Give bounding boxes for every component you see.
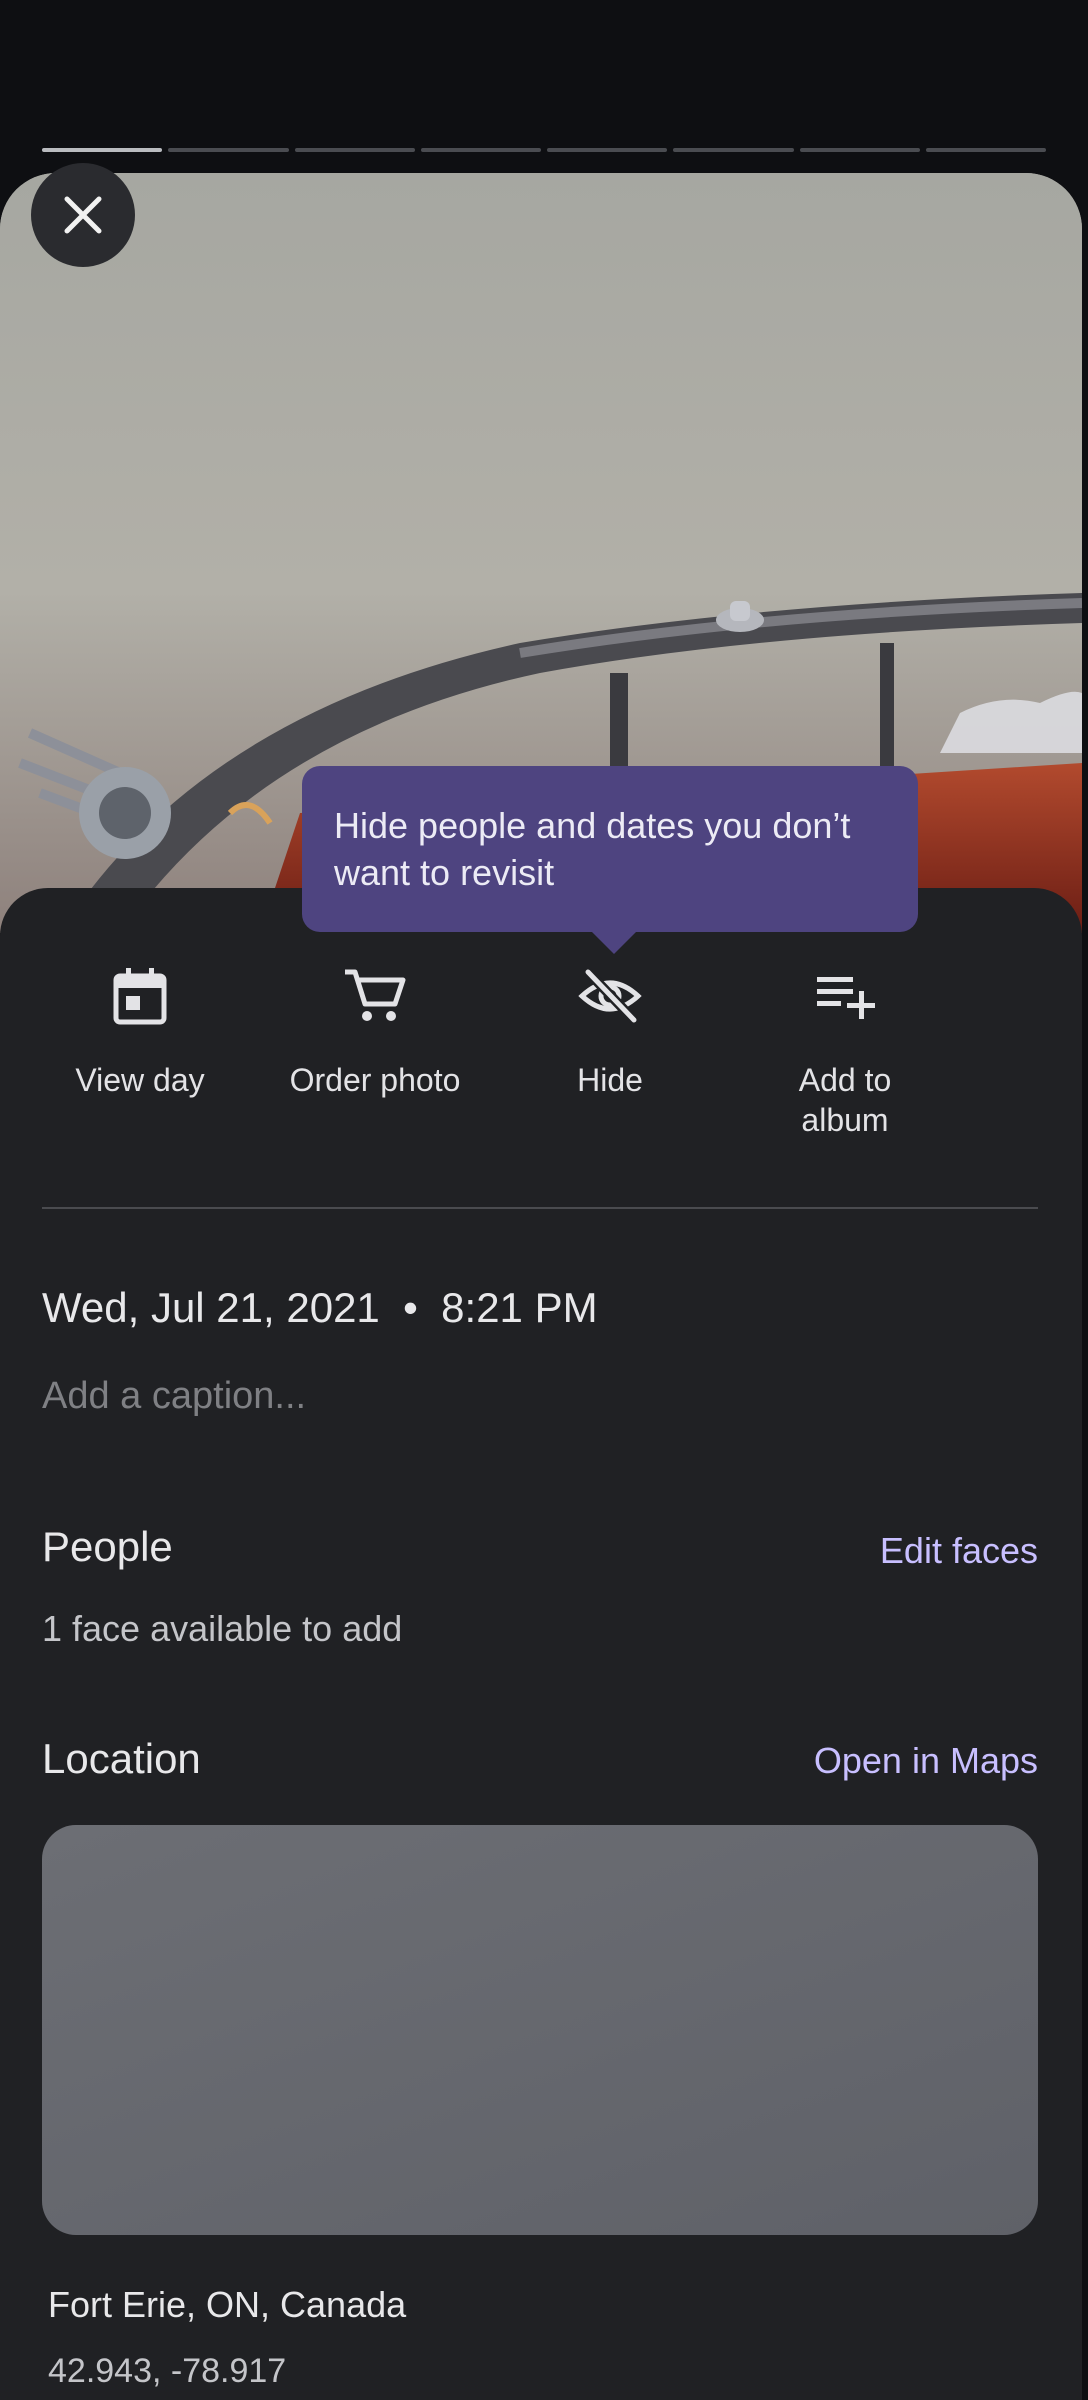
progress-segment xyxy=(42,148,163,152)
edit-faces-button[interactable]: Edit faces xyxy=(880,1530,1038,1572)
tooltip-arrow xyxy=(592,932,636,954)
hide-label: Hide xyxy=(577,1062,643,1098)
view-day-label: View day xyxy=(75,1062,205,1098)
location-map[interactable] xyxy=(42,1825,1038,2235)
location-coordinates: 42.943, -78.917 xyxy=(48,2352,287,2390)
people-subtitle: 1 face available to add xyxy=(42,1608,403,1649)
progress-segment xyxy=(547,148,668,152)
progress-segment xyxy=(925,148,1046,152)
add-to-album-button[interactable]: Add to album xyxy=(730,960,960,1140)
calendar-icon xyxy=(113,968,167,1025)
location-name: Fort Erie, ON, Canada xyxy=(48,2284,407,2325)
caption-input[interactable]: Add a caption... xyxy=(42,1375,306,1418)
view-day-button[interactable]: View day xyxy=(25,960,255,1100)
playlist-add-icon xyxy=(817,977,875,1019)
close-button[interactable] xyxy=(31,163,135,267)
hide-button[interactable]: Hide xyxy=(495,960,725,1100)
story-progress-bar xyxy=(42,148,1046,153)
add-to-album-label: Add to album xyxy=(798,1062,892,1138)
order-photo-button[interactable]: Order photo xyxy=(260,960,490,1100)
divider xyxy=(42,1207,1038,1209)
hide-tooltip: Hide people and dates you don’t want to … xyxy=(302,766,918,954)
cart-icon xyxy=(345,969,406,1021)
people-title: People xyxy=(42,1523,173,1570)
eye-off-icon xyxy=(578,968,642,1024)
location-title: Location xyxy=(42,1735,201,1782)
tooltip-text: Hide people and dates you don’t want to … xyxy=(334,805,851,893)
open-in-maps-button[interactable]: Open in Maps xyxy=(814,1740,1038,1782)
progress-segment xyxy=(294,148,415,152)
progress-segment xyxy=(168,148,289,152)
close-icon xyxy=(64,196,102,234)
photo-date: Wed, Jul 21, 2021 • 8:21 PM xyxy=(42,1284,598,1331)
progress-segment xyxy=(420,148,541,152)
progress-segment xyxy=(673,148,794,152)
order-photo-label: Order photo xyxy=(289,1062,461,1098)
progress-segment xyxy=(799,148,920,152)
